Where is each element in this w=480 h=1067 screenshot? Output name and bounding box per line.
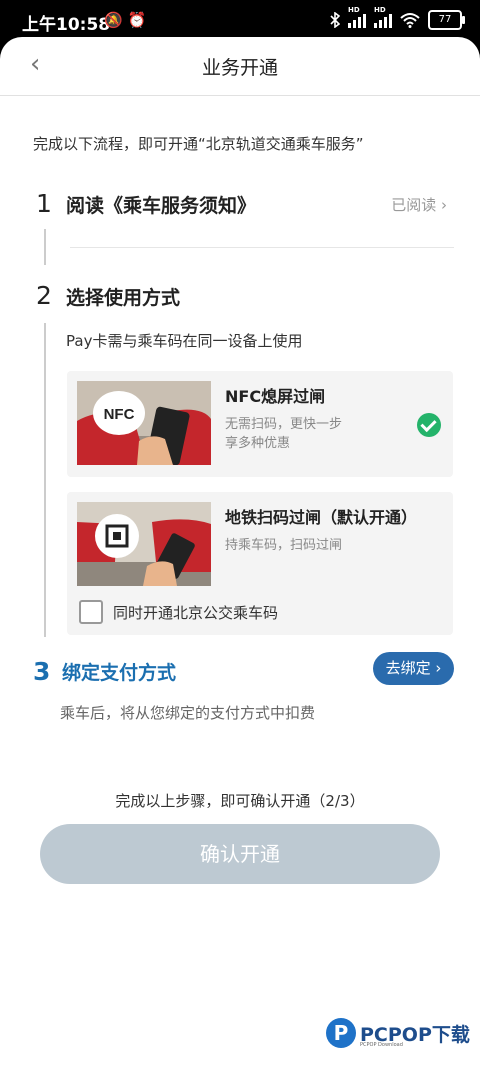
confirm-button[interactable]: 确认开通 — [40, 824, 440, 884]
nfc-illustration: NFC — [77, 381, 211, 465]
selected-check-icon — [417, 413, 441, 437]
page-sheet: ‹ 业务开通 完成以下流程，即可开通“北京轨道交通乘车服务” 1 阅读《乘车服务… — [0, 37, 480, 1067]
bind-payment-button[interactable]: 去绑定 › — [373, 652, 454, 685]
step-3-description: 乘车后，将从您绑定的支付方式中扣费 — [60, 704, 316, 722]
step-connector — [44, 229, 46, 265]
option-nfc-title: NFC熄屏过闸 — [225, 387, 326, 406]
read-status-link[interactable]: 已阅读 › — [391, 194, 447, 215]
option-nfc-subtitle: 无需扫码，更快一步 享多种优惠 — [225, 415, 342, 453]
watermark-small-text: PCPOP Download — [360, 1042, 403, 1048]
step-1-title[interactable]: 阅读《乘车服务须知》 — [66, 191, 256, 218]
intro-text: 完成以下流程，即可开通“北京轨道交通乘车服务” — [33, 135, 364, 153]
bus-code-checkbox[interactable] — [79, 600, 103, 624]
bluetooth-icon — [330, 12, 340, 28]
bus-code-checkbox-label: 同时开通北京公交乘车码 — [113, 603, 279, 622]
step-2-description: Pay卡需与乘车码在同一设备上使用 — [66, 332, 303, 350]
step-2-title: 选择使用方式 — [66, 287, 181, 309]
mute-alarm-icon: 🔕 ⏰ — [104, 11, 147, 29]
step-connector — [44, 323, 46, 637]
wifi-icon — [400, 13, 420, 28]
step-1-number: 1 — [36, 189, 52, 218]
step-3-title: 绑定支付方式 — [62, 662, 177, 684]
nfc-illus-text: NFC — [104, 406, 135, 423]
signal-icon-2: HD — [374, 6, 392, 28]
page-title: 业务开通 — [201, 57, 278, 79]
divider — [70, 247, 454, 248]
option-nfc-sub-line2: 享多种优惠 — [225, 436, 291, 451]
qr-illustration — [77, 502, 211, 586]
progress-text: 完成以上步骤，即可确认开通（2/3） — [115, 792, 365, 810]
signal-icon-1: HD — [348, 6, 366, 28]
option-qr-subtitle: 持乘车码，扫码过闸 — [225, 538, 343, 553]
watermark-logo: P PCPOP下载 PCPOP Download — [326, 1018, 470, 1048]
header: ‹ 业务开通 — [0, 37, 480, 96]
step-3-number: 3 — [33, 657, 51, 686]
option-nfc-card[interactable]: NFC NFC熄屏过闸 无需扫码，更快一步 享多种优惠 — [67, 371, 453, 477]
option-qr-title: 地铁扫码过闸（默认开通） — [225, 508, 418, 527]
battery-icon: 77 — [428, 10, 465, 30]
status-right: HD HD 77 — [330, 6, 465, 30]
option-qr-card[interactable]: 地铁扫码过闸（默认开通） 持乘车码，扫码过闸 同时开通北京公交乘车码 — [67, 492, 453, 635]
status-time: 上午10:58 — [22, 15, 111, 35]
step-2-number: 2 — [36, 281, 52, 310]
watermark-p-icon: P — [326, 1018, 356, 1048]
status-bar: 上午10:58 🔕 ⏰ HD HD 77 — [0, 0, 480, 40]
option-nfc-sub-line1: 无需扫码，更快一步 — [225, 417, 343, 432]
bus-code-checkbox-row[interactable]: 同时开通北京公交乘车码 — [79, 600, 278, 624]
